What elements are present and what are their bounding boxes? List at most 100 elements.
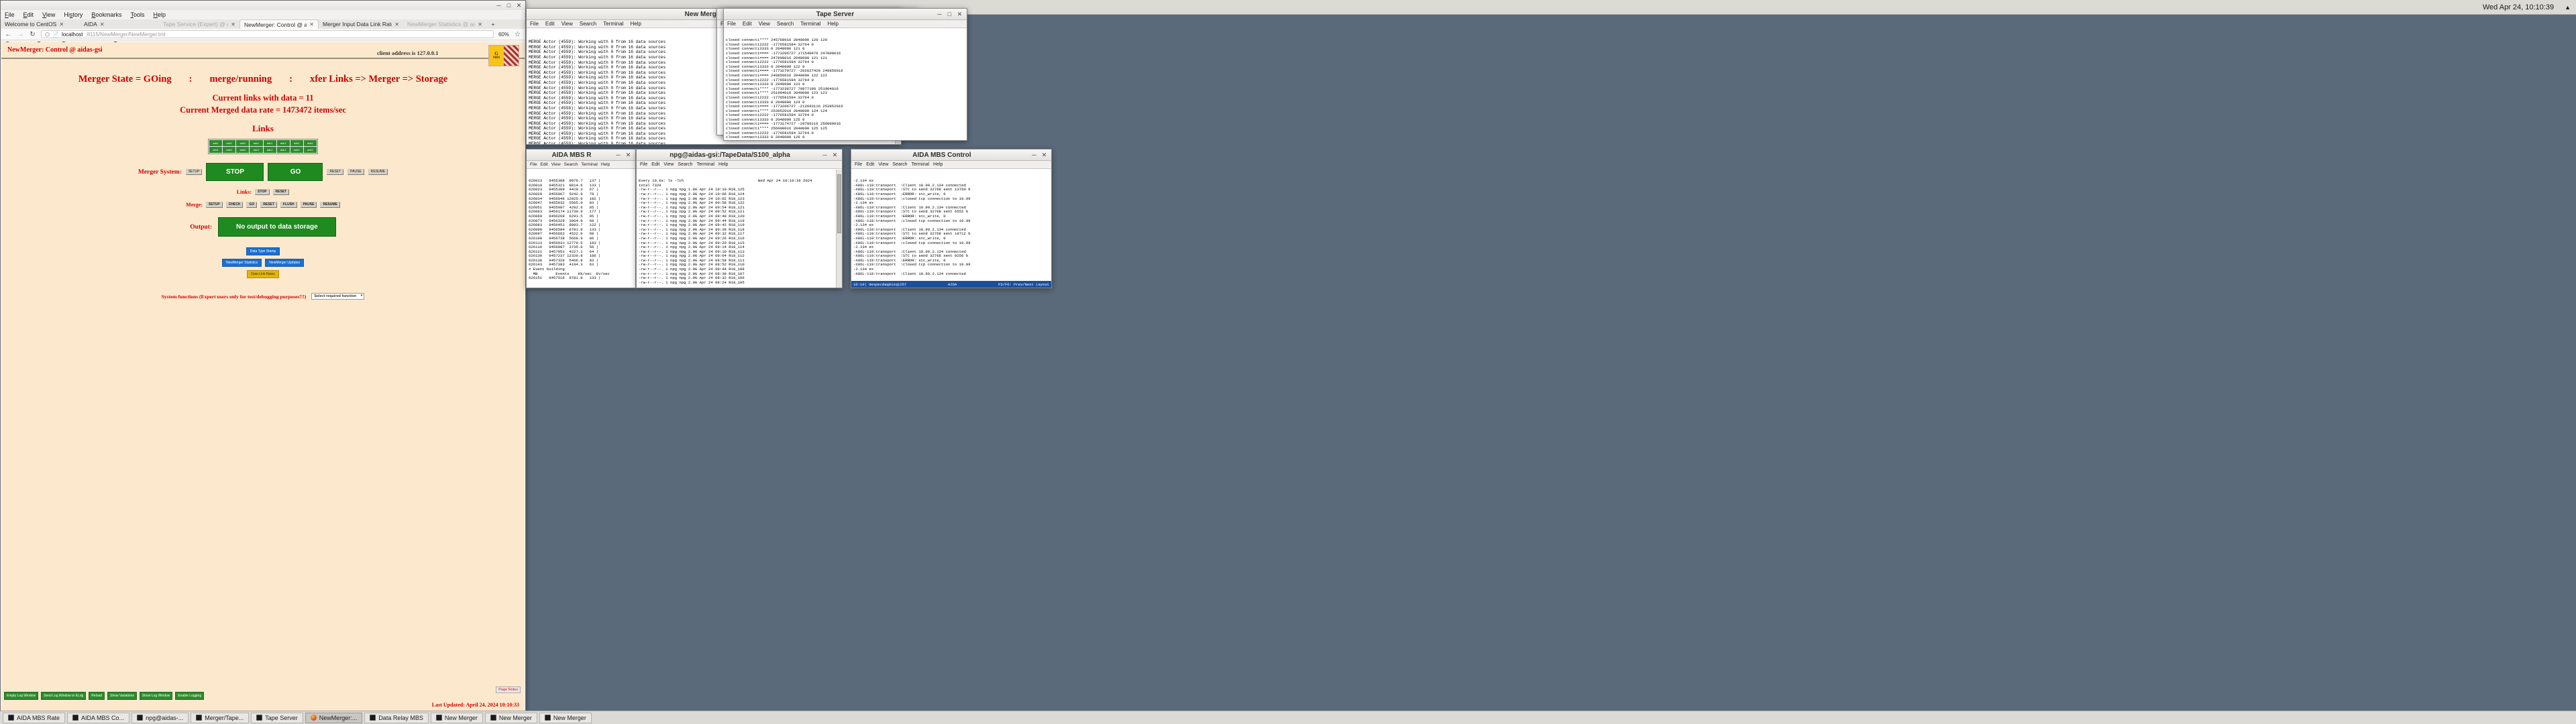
setup-button[interactable]: SETUP xyxy=(185,169,203,175)
enable-logging-button[interactable]: Enable Logging xyxy=(175,692,205,700)
menu-file[interactable]: File xyxy=(530,162,537,167)
menu-file[interactable]: File xyxy=(530,21,539,27)
terminal-aida-mbs-control[interactable]: AIDA MBS Control ─ ✕ File Edit View Sear… xyxy=(851,149,1052,288)
link-cell[interactable]: adc1 xyxy=(303,140,317,146)
maximize-button[interactable]: □ xyxy=(945,10,954,19)
send-log-to-elog-button[interactable]: Send Log Window to ELog xyxy=(41,692,87,700)
merge-reset-button[interactable]: RESET xyxy=(260,202,277,208)
close-button[interactable]: ✕ xyxy=(830,151,839,160)
link-cell[interactable]: adc1 xyxy=(209,140,223,146)
bookmark-star-icon[interactable]: ☆ xyxy=(514,31,521,38)
close-button[interactable]: ✕ xyxy=(515,1,523,10)
forward-icon[interactable]: → xyxy=(17,31,24,38)
zoom-level[interactable]: 60% xyxy=(498,32,509,38)
menu-view[interactable]: View xyxy=(551,162,561,167)
terminal-output[interactable]: -2.134 ex -X86L-119:transport :Client 10.… xyxy=(851,170,1051,281)
merge-check-button[interactable]: CHECK xyxy=(225,202,244,208)
merge-pause-button[interactable]: PAUSE xyxy=(300,202,317,208)
close-icon[interactable]: ✕ xyxy=(231,21,235,27)
menu-help[interactable]: Help xyxy=(718,162,728,167)
system-function-select[interactable]: Select required function xyxy=(311,293,365,300)
menu-edit[interactable]: Edit xyxy=(743,21,752,27)
menu-help[interactable]: Help xyxy=(153,11,166,18)
tab-newmerger-control[interactable]: NewMerger: Control @ aidas ✕ xyxy=(239,19,319,29)
reload-icon[interactable]: ↻ xyxy=(29,31,36,38)
terminal-output[interactable]: 626013 9455388 9076.7 137 | 626019 945532… xyxy=(527,170,635,288)
menu-terminal[interactable]: Terminal xyxy=(603,21,623,27)
panel-indicators[interactable]: ▲ xyxy=(2559,0,2576,15)
firefox-window[interactable]: ─ □ ✕ File Edit View History Bookmarks T… xyxy=(0,0,526,712)
merge-setup-button[interactable]: SETUP xyxy=(206,202,223,208)
pause-button[interactable]: PAUSE xyxy=(347,169,364,175)
menu-view[interactable]: View xyxy=(759,21,770,27)
close-icon[interactable]: ✕ xyxy=(309,21,314,27)
merge-flush-button[interactable]: FLUSH xyxy=(280,202,297,208)
links-stop-button[interactable]: STOP xyxy=(255,189,270,195)
minimize-button[interactable]: ─ xyxy=(820,151,829,160)
tab-aida[interactable]: AIDA ✕ xyxy=(80,19,159,29)
menu-terminal[interactable]: Terminal xyxy=(581,162,598,167)
menu-view[interactable]: View xyxy=(663,162,674,167)
menu-edit[interactable]: Edit xyxy=(540,162,547,167)
back-icon[interactable]: ← xyxy=(5,31,12,38)
terminal-aida-mbs-rate[interactable]: AIDA MBS R ─ ✕ File Edit View Search Ter… xyxy=(526,149,636,288)
menu-search[interactable]: Search xyxy=(777,21,794,27)
merge-go-button[interactable]: GO xyxy=(246,202,258,208)
menu-help[interactable]: Help xyxy=(630,21,641,27)
link-cell[interactable]: adc1 xyxy=(250,140,263,146)
url-bar[interactable]: ⬡ 📄 localhost:8115/NewMerger/NewMerger.t… xyxy=(41,30,494,38)
link-cell[interactable]: adc1 xyxy=(263,147,276,153)
link-cell[interactable]: adc2 xyxy=(236,140,250,146)
menu-search[interactable]: Search xyxy=(564,162,578,167)
menu-terminal[interactable]: Terminal xyxy=(800,21,820,27)
new-tab-button[interactable]: + xyxy=(486,19,500,29)
merge-resume-button[interactable]: RESUME xyxy=(320,202,340,208)
menu-terminal[interactable]: Terminal xyxy=(912,162,929,167)
link-cell[interactable]: adc1 xyxy=(223,140,236,146)
link-cell[interactable]: adc1 xyxy=(263,140,276,146)
menu-search[interactable]: Search xyxy=(580,21,596,27)
menu-file[interactable]: File xyxy=(727,21,736,27)
close-icon[interactable]: ✕ xyxy=(100,21,105,27)
menu-file[interactable]: File xyxy=(855,162,862,167)
close-button[interactable]: ✕ xyxy=(955,10,964,19)
menu-file[interactable]: File xyxy=(5,11,15,18)
menu-edit[interactable]: Edit xyxy=(545,21,555,27)
link-cell[interactable]: adc1 xyxy=(303,147,317,153)
menu-help[interactable]: Help xyxy=(601,162,610,167)
tab-welcome-to-centos[interactable]: Welcome to CentOS ✕ xyxy=(1,19,80,29)
reset-button[interactable]: RESET xyxy=(327,169,344,175)
go-button[interactable]: GO xyxy=(268,163,323,181)
menu-view[interactable]: View xyxy=(561,21,573,27)
menu-file[interactable]: File xyxy=(640,162,647,167)
taskbar-item-npg-aidas[interactable]: npg@aidas-... xyxy=(131,712,189,723)
taskbar-item-new-merger-1[interactable]: New Merger xyxy=(430,712,483,723)
link-cell[interactable]: adc1 xyxy=(290,140,303,146)
menu-search[interactable]: Search xyxy=(678,162,692,167)
output-storage-button[interactable]: No output to data storage xyxy=(218,217,336,237)
tab-newmerger-statistics[interactable]: NewMerger Statistics @ aidas ✕ xyxy=(403,19,486,29)
close-icon[interactable]: ✕ xyxy=(478,21,482,27)
close-button[interactable]: ✕ xyxy=(624,151,633,160)
menu-tools[interactable]: Tools xyxy=(130,11,144,18)
tab-merger-input-data-link-rates[interactable]: Merger Input Data Link Rates ✕ xyxy=(319,19,403,29)
empty-log-window-button[interactable]: Empty Log Window xyxy=(4,692,39,700)
menu-edit[interactable]: Edit xyxy=(866,162,874,167)
close-icon[interactable]: ✕ xyxy=(59,21,64,27)
scrollbar[interactable] xyxy=(836,170,842,288)
close-button[interactable]: ✕ xyxy=(1040,151,1049,160)
terminal-tapedata[interactable]: npg@aidas-gsi:/TapeData/S100_alpha ─ ✕ F… xyxy=(636,149,843,288)
terminal-output[interactable]: closed connecti**** 245760016 2048000 12… xyxy=(724,29,967,140)
terminal-tape-server[interactable]: Tape Server ─ □ ✕ File Edit View Search … xyxy=(723,8,967,141)
menu-history[interactable]: History xyxy=(64,11,83,18)
show-log-window-button[interactable]: Show Log Window xyxy=(139,692,173,700)
terminal-output[interactable]: Every 10.0s: ls -lth Wed Apr 24 10:10:36… xyxy=(637,170,842,288)
taskbar-item-aida-mbs-control[interactable]: AIDA MBS Co... xyxy=(67,712,130,723)
taskbar-item-newmerger[interactable]: NewMerger:... xyxy=(305,712,363,723)
menu-edit[interactable]: Edit xyxy=(23,11,34,18)
shield-icon[interactable]: ⬡ xyxy=(45,32,50,38)
minimize-button[interactable]: ─ xyxy=(494,1,503,10)
newmerger-statistics-button[interactable]: NewMerger Statistics xyxy=(221,259,262,267)
data-type-stamp-button[interactable]: Data Type Stamp xyxy=(246,247,280,255)
taskbar-item-data-relay-mbs[interactable]: Data Relay MBS xyxy=(364,712,429,723)
